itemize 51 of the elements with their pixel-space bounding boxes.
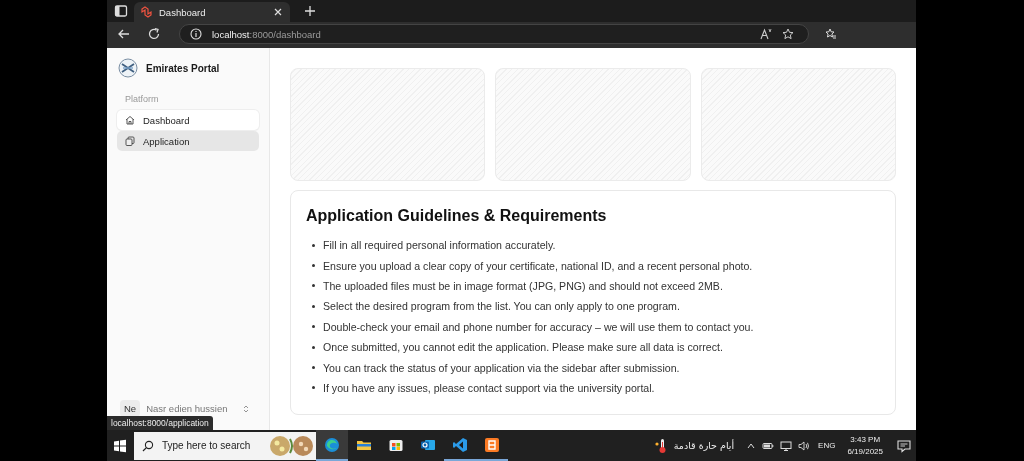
browser-tab[interactable]: Dashboard xyxy=(134,2,290,22)
app-name: Emirates Portal xyxy=(146,62,220,74)
home-icon xyxy=(125,115,135,125)
guidelines-title: Application Guidelines & Requirements xyxy=(306,207,608,225)
edge-icon xyxy=(324,436,340,453)
bullet-icon xyxy=(312,325,315,329)
taskbar-clock[interactable]: 3:43 PM 6/19/2025 xyxy=(847,433,883,458)
start-icon[interactable] xyxy=(113,438,127,453)
chevron-up-down-icon xyxy=(241,403,251,414)
volume-icon[interactable] xyxy=(798,439,811,452)
server-app-icon xyxy=(484,436,500,453)
notifications-icon[interactable] xyxy=(897,438,911,453)
bullet-icon xyxy=(312,366,315,370)
back-icon[interactable] xyxy=(117,27,131,41)
search-highlight-icon xyxy=(268,434,316,457)
sidebar-item[interactable]: Application xyxy=(117,131,259,151)
guideline-text: Double-check your email and phone number for accuracy – we will use them to contact you. xyxy=(323,320,754,333)
weather-text[interactable]: أيام حارة قادمة xyxy=(673,440,735,451)
read-aloud-icon[interactable] xyxy=(760,28,772,40)
new-tab-icon[interactable] xyxy=(304,5,316,17)
guideline-text: If you have any issues, please contact support via the university portal. xyxy=(323,381,655,394)
copy-icon xyxy=(125,136,135,146)
guideline-text: Once submitted, you cannot edit the application. Please make sure all data is correct. xyxy=(323,341,723,354)
taskbar-search-field[interactable]: Type here to search xyxy=(134,431,316,460)
section-label: Platform xyxy=(125,94,160,104)
refresh-icon[interactable] xyxy=(147,27,161,41)
search-icon xyxy=(142,439,154,452)
favorites-icon[interactable] xyxy=(825,28,837,40)
bullet-icon xyxy=(312,243,315,247)
info-icon xyxy=(190,28,202,40)
close-icon[interactable] xyxy=(273,7,283,17)
network-icon[interactable] xyxy=(780,439,793,452)
guideline-text: The uploaded files must be in image format (JPG, PNG) and should not exceed 2MB. xyxy=(323,279,723,292)
bullet-icon xyxy=(312,264,315,268)
favicon-icon xyxy=(141,6,153,18)
star-icon[interactable] xyxy=(782,28,794,40)
guideline-text: Select the desired program from the list. You can only apply to one program. xyxy=(323,300,680,313)
guideline-text: You can track the status of your application via the sidebar after submission. xyxy=(323,361,680,374)
guideline-text: Fill in all required personal information accurately. xyxy=(323,239,556,252)
language-indicator[interactable]: ENG xyxy=(818,441,836,450)
status-tooltip: localhost:8000/application xyxy=(107,416,213,430)
sidebar-item[interactable]: Dashboard xyxy=(117,110,259,130)
code-editor-icon xyxy=(452,436,468,453)
guideline-text: Ensure you upload a clear copy of your certificate, national ID, and a recent personal photo. xyxy=(323,259,753,272)
bullet-icon xyxy=(312,345,315,349)
tab-actions-icon[interactable] xyxy=(114,4,128,18)
address-field[interactable]: localhost:8000/dashboard xyxy=(179,24,809,44)
logo-icon xyxy=(118,58,138,78)
bullet-icon xyxy=(312,284,315,288)
bullet-icon xyxy=(312,304,315,308)
bullet-icon xyxy=(312,386,315,390)
